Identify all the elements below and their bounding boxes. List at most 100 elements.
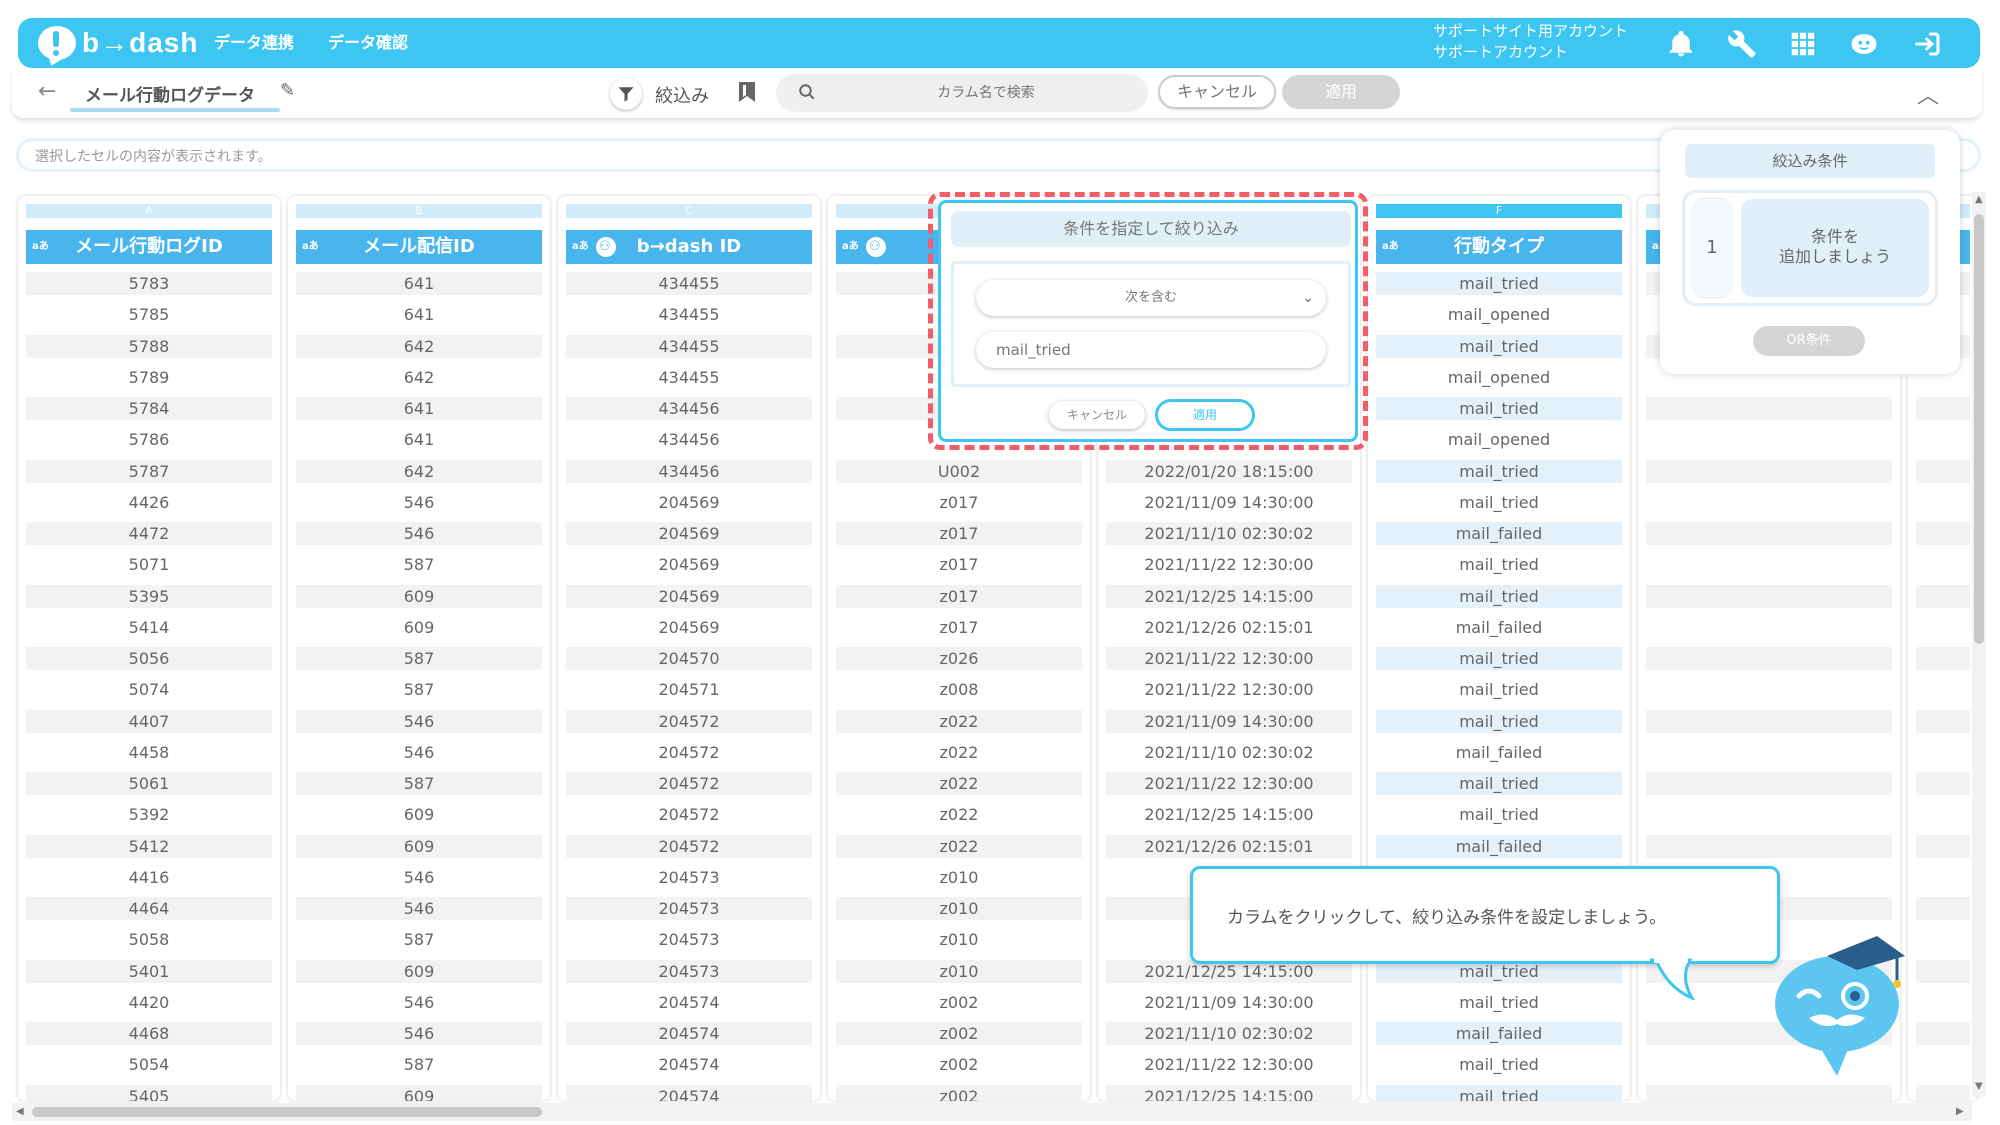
bdash-logo[interactable]: b→dash (38, 24, 198, 62)
column-letter[interactable]: B (296, 204, 542, 218)
table-cell[interactable]: 204574 (566, 991, 812, 1014)
table-cell[interactable]: 5395 (26, 584, 272, 608)
table-cell[interactable]: 204572 (566, 741, 812, 764)
table-cell[interactable]: z008 (836, 678, 1082, 701)
table-cell[interactable] (1646, 553, 1892, 576)
table-cell[interactable]: 204569 (566, 522, 812, 545)
table-cell[interactable]: 2021/11/09 14:30:00 (1106, 491, 1352, 514)
column-header[interactable]: aあ メール配信ID (296, 230, 542, 264)
table-cell[interactable]: 204570 (566, 647, 812, 670)
table-cell[interactable]: 2021/12/26 02:15:01 (1106, 834, 1352, 858)
table-cell[interactable]: 546 (296, 741, 542, 764)
table-cell[interactable] (1646, 1084, 1892, 1101)
table-cell[interactable]: 5412 (26, 834, 272, 858)
vertical-scrollbar[interactable]: ▲ ▼ (1972, 192, 1986, 1097)
column-header[interactable]: aあ メール行動ログID (26, 230, 272, 264)
table-cell[interactable]: 434455 (566, 272, 812, 295)
table-cell[interactable]: mail_tried (1376, 397, 1622, 420)
table-cell[interactable]: z017 (836, 522, 1082, 545)
table-cell[interactable]: 609 (296, 959, 542, 983)
table-cell[interactable]: 5401 (26, 959, 272, 983)
table-cell[interactable]: 2021/12/25 14:15:00 (1106, 1084, 1352, 1101)
table-cell[interactable]: z002 (836, 991, 1082, 1014)
table-cell[interactable]: 204572 (566, 772, 812, 795)
column-search[interactable] (776, 74, 1148, 112)
table-cell[interactable]: mail_failed (1376, 522, 1622, 545)
table-cell[interactable]: mail_tried (1376, 647, 1622, 670)
table-cell[interactable] (1646, 678, 1892, 701)
logout-icon[interactable] (1910, 26, 1946, 62)
table-cell[interactable]: mail_failed (1376, 1022, 1622, 1045)
table-cell[interactable]: z010 (836, 928, 1082, 951)
nav-data-check[interactable]: データ確認 (328, 18, 408, 68)
table-cell[interactable]: 2021/12/25 14:15:00 (1106, 803, 1352, 826)
table-cell[interactable]: mail_tried (1376, 272, 1622, 295)
back-arrow-icon[interactable]: ← (38, 79, 56, 104)
or-condition-button[interactable]: OR条件 (1753, 326, 1865, 356)
column-header[interactable]: aあ b→dash ID (566, 230, 812, 264)
scroll-down-arrow-icon[interactable]: ▼ (1975, 1081, 1983, 1092)
table-cell[interactable]: mail_tried (1376, 334, 1622, 358)
table-cell[interactable]: 204572 (566, 834, 812, 858)
grid-column[interactable]: Baあ メール配信ID 641 641 642 642 641 641 642 546 546 587… (288, 196, 550, 1101)
apps-grid-icon[interactable] (1785, 26, 1821, 62)
column-search-input[interactable] (836, 78, 1136, 108)
table-cell[interactable] (1916, 459, 1970, 483)
table-cell[interactable]: z002 (836, 1053, 1082, 1076)
table-cell[interactable]: 609 (296, 803, 542, 826)
table-cell[interactable]: 4458 (26, 741, 272, 764)
table-cell[interactable]: 609 (296, 1084, 542, 1101)
table-cell[interactable] (1646, 834, 1892, 858)
table-cell[interactable]: 587 (296, 928, 542, 951)
table-cell[interactable] (1916, 678, 1970, 701)
table-cell[interactable]: 204572 (566, 803, 812, 826)
table-cell[interactable] (1916, 616, 1970, 639)
table-cell[interactable]: U002 (836, 459, 1082, 483)
table-cell[interactable]: 5071 (26, 553, 272, 576)
table-cell[interactable] (1916, 397, 1970, 420)
table-cell[interactable]: 546 (296, 1022, 542, 1045)
table-cell[interactable]: 5061 (26, 772, 272, 795)
table-cell[interactable]: 587 (296, 772, 542, 795)
table-cell[interactable]: 641 (296, 397, 542, 420)
table-cell[interactable]: 434455 (566, 303, 812, 326)
table-cell[interactable] (1916, 428, 1970, 451)
table-cell[interactable] (1646, 709, 1892, 733)
table-cell[interactable]: 434456 (566, 428, 812, 451)
filter-value-input[interactable]: mail_tried (976, 332, 1326, 368)
table-cell[interactable]: mail_tried (1376, 553, 1622, 576)
table-cell[interactable]: mail_tried (1376, 459, 1622, 483)
table-cell[interactable]: 4468 (26, 1022, 272, 1045)
table-cell[interactable]: 5783 (26, 272, 272, 295)
scroll-up-arrow-icon[interactable]: ▲ (1975, 194, 1983, 205)
table-cell[interactable]: mail_tried (1376, 709, 1622, 733)
table-cell[interactable]: z017 (836, 584, 1082, 608)
table-cell[interactable]: mail_tried (1376, 1053, 1622, 1076)
grid-column[interactable]: Faあ 行動タイプ mail_tried mail_opened mail_tried m… (1368, 196, 1630, 1101)
table-cell[interactable]: 5054 (26, 1053, 272, 1076)
table-cell[interactable]: 204573 (566, 928, 812, 951)
table-cell[interactable]: mail_tried (1376, 678, 1622, 701)
table-cell[interactable]: 641 (296, 428, 542, 451)
toolbar-apply-button[interactable]: 適用 (1282, 75, 1400, 109)
table-cell[interactable]: mail_opened (1376, 303, 1622, 326)
table-cell[interactable] (1916, 1084, 1970, 1101)
table-cell[interactable]: 546 (296, 709, 542, 733)
table-cell[interactable]: 204573 (566, 866, 812, 889)
table-cell[interactable]: z002 (836, 1084, 1082, 1101)
table-cell[interactable] (1646, 741, 1892, 764)
popup-cancel-button[interactable]: キャンセル (1049, 401, 1145, 429)
table-cell[interactable] (1916, 803, 1970, 826)
operator-select[interactable]: 次を含む ⌄ (976, 280, 1326, 316)
table-cell[interactable]: 5392 (26, 803, 272, 826)
table-cell[interactable] (1646, 647, 1892, 670)
table-cell[interactable]: 546 (296, 897, 542, 920)
scroll-left-arrow-icon[interactable]: ◀ (16, 1106, 24, 1117)
table-cell[interactable]: z017 (836, 491, 1082, 514)
horizontal-scrollbar[interactable]: ◀ ▶ (12, 1103, 1972, 1121)
table-cell[interactable]: 2021/11/10 02:30:02 (1106, 522, 1352, 545)
table-cell[interactable] (1646, 616, 1892, 639)
filter-label[interactable]: 絞込み (655, 82, 709, 108)
table-cell[interactable]: mail_failed (1376, 616, 1622, 639)
table-cell[interactable]: 204569 (566, 553, 812, 576)
